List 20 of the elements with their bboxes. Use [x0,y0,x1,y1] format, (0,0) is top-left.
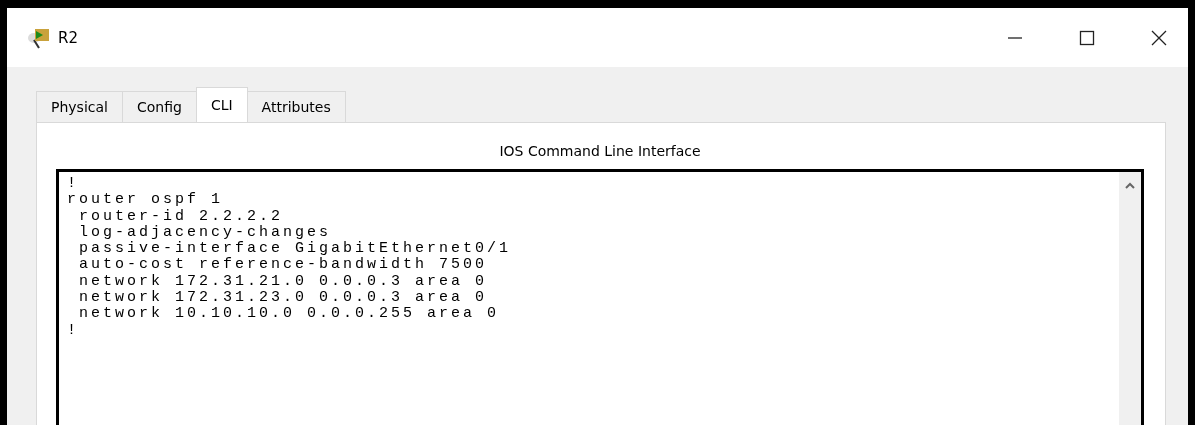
window-title: R2 [58,28,78,47]
cli-line: router ospf 1 [67,192,224,209]
cli-line: network 172.31.23.0 0.0.0.3 area 0 [78,290,488,307]
scroll-up-icon[interactable] [1125,182,1135,189]
cli-line: passive-interface GigabitEthernet0/1 [78,241,512,258]
cli-line: auto-cost reference-bandwidth 7500 [78,257,488,274]
cli-line: network 172.31.21.0 0.0.0.3 area 0 [78,273,488,290]
close-icon[interactable] [1151,29,1167,46]
scrollbar[interactable] [1119,172,1141,425]
cli-line: ! [67,176,79,193]
panel-heading: IOS Command Line Interface [498,142,702,161]
cli-line: router-id 2.2.2.2 [78,208,284,225]
cli-line: log-adjacency-changes [78,224,332,241]
cli-line: network 10.10.10.0 0.0.0.255 area 0 [78,306,500,323]
tab[interactable]: CLI [195,87,248,122]
tab[interactable]: Physical [36,91,123,122]
cli-terminal[interactable] [56,169,1144,425]
tab[interactable]: Attributes [246,91,346,122]
maximize-icon[interactable] [1079,29,1095,46]
cli-line: ! [67,322,79,339]
